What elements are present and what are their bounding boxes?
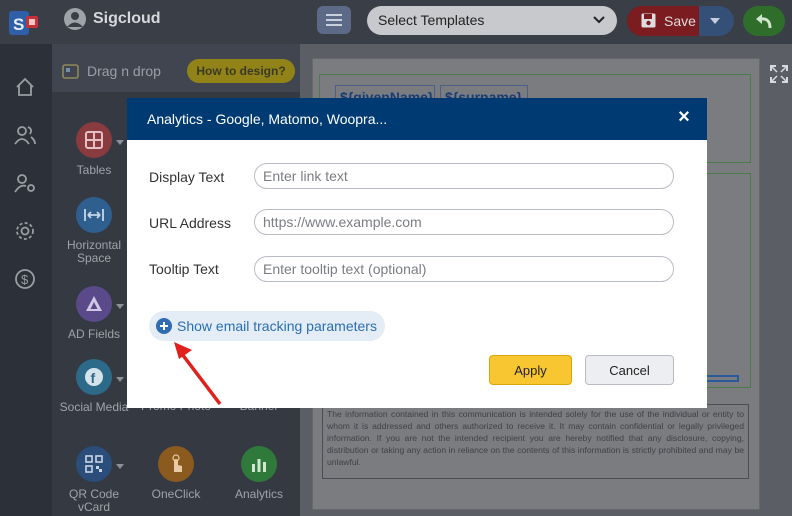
svg-text:$: $ [21, 272, 29, 287]
menu-button[interactable] [317, 6, 351, 34]
analytics-icon [241, 446, 277, 482]
sigcloud-logo-icon[interactable]: S [9, 9, 39, 37]
caret-down-icon [710, 18, 720, 24]
tracking-toggle-label: Show email tracking parameters [177, 318, 377, 334]
how-to-design-button[interactable]: How to design? [187, 59, 295, 83]
tool-oneclick[interactable]: OneClick [136, 446, 216, 501]
app-name: Sigcloud [93, 10, 161, 27]
user-avatar-icon[interactable] [64, 8, 86, 30]
tool-label: QR Code vCard [68, 487, 120, 514]
svg-text:f: f [91, 370, 96, 386]
display-text-label: Display Text [149, 169, 225, 185]
top-bar: S Sigcloud Select Templates Save [0, 0, 792, 44]
ad-fields-icon [76, 286, 124, 322]
tool-ad-fields[interactable]: AD Fields [54, 286, 134, 341]
tool-label: Social Media [59, 400, 129, 414]
facebook-icon: f [76, 359, 124, 395]
tool-horizontal-space[interactable]: Horizontal Space [54, 197, 134, 265]
dialog-header: Analytics - Google, Matomo, Woopra... × [127, 98, 707, 140]
gear-icon[interactable] [14, 220, 36, 242]
tool-label: Tables [76, 163, 112, 177]
billing-dollar-icon[interactable]: $ [14, 268, 36, 290]
url-address-input[interactable] [254, 209, 674, 235]
save-button-label: Save [664, 13, 696, 29]
oneclick-icon [158, 446, 194, 482]
undo-arrow-icon [756, 14, 772, 29]
horizontal-space-icon [76, 197, 112, 233]
tool-label: OneClick [151, 487, 201, 501]
tool-tables[interactable]: Tables [54, 122, 134, 177]
tool-analytics[interactable]: Analytics [219, 446, 299, 501]
users-icon[interactable] [14, 124, 36, 146]
tooltip-text-input[interactable] [254, 256, 674, 282]
home-icon[interactable] [14, 76, 36, 98]
display-text-input[interactable] [254, 163, 674, 189]
caret-down-icon [116, 304, 124, 309]
fullscreen-icon[interactable] [770, 65, 788, 83]
tool-social-media[interactable]: f Social Media [54, 359, 134, 414]
apply-button[interactable]: Apply [489, 355, 572, 385]
table-icon [76, 122, 124, 158]
close-icon[interactable]: × [675, 107, 693, 127]
template-select-label: Select Templates [378, 12, 485, 28]
tool-label: AD Fields [67, 327, 120, 341]
tooltip-text-label: Tooltip Text [149, 261, 219, 277]
save-button[interactable]: Save [627, 6, 734, 36]
undo-button[interactable] [743, 6, 785, 36]
left-navigation: $ [0, 44, 52, 516]
disclaimer-text[interactable]: The information contained in this commun… [322, 404, 749, 479]
tool-label: Analytics [234, 487, 284, 501]
caret-down-icon [116, 140, 124, 145]
chevron-down-icon [593, 16, 605, 24]
tool-label: Horizontal Space [66, 238, 122, 265]
drag-drop-label: Drag n drop [87, 63, 161, 79]
plus-circle-icon [156, 318, 172, 334]
dialog-title: Analytics - Google, Matomo, Woopra... [147, 111, 388, 127]
save-options-button[interactable] [699, 6, 734, 36]
floppy-disk-icon [641, 13, 656, 28]
tool-qr-code-vcard[interactable]: QR Code vCard [54, 446, 134, 514]
template-select[interactable]: Select Templates [367, 6, 617, 35]
svg-text:S: S [13, 15, 24, 34]
cancel-button[interactable]: Cancel [585, 355, 674, 385]
caret-down-icon [116, 464, 124, 469]
panel-header: Drag n drop How to design? [52, 44, 300, 92]
drag-drop-icon [62, 64, 79, 79]
annotation-arrow-icon [174, 342, 222, 406]
qr-code-icon [76, 446, 124, 482]
url-address-label: URL Address [149, 215, 231, 231]
user-settings-icon[interactable] [14, 172, 36, 194]
caret-down-icon [116, 377, 124, 382]
